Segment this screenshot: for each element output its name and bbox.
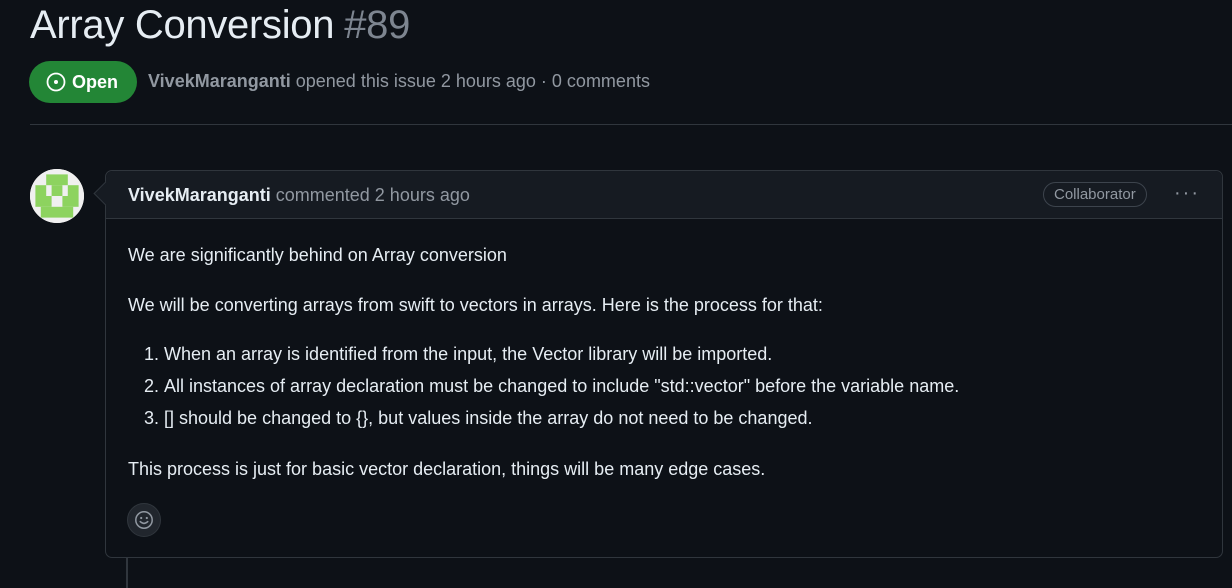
header-divider (30, 124, 1232, 125)
issue-number: #89 (344, 3, 411, 47)
add-reaction-button[interactable] (127, 503, 161, 537)
issue-title: Array Conversion #89 (30, 2, 410, 48)
comment-paragraph: This process is just for basic vector de… (128, 459, 766, 479)
list-item: All instances of array declaration must … (164, 374, 959, 406)
collaborator-badge: Collaborator (1043, 182, 1147, 207)
avatar[interactable] (30, 169, 84, 223)
issue-meta: VivekMaranganti opened this issue 2 hour… (148, 71, 650, 92)
comment-box: VivekMaranganti commented 2 hours ago Co… (93, 170, 1223, 558)
comment-options-button[interactable]: ··· (1172, 179, 1202, 207)
process-steps-list: When an array is identified from the inp… (128, 342, 959, 438)
comment-paragraph: We are significantly behind on Array con… (128, 245, 507, 265)
smiley-icon (135, 511, 153, 529)
issue-state-badge: Open (29, 61, 137, 103)
kebab-horizontal-icon: ··· (1174, 181, 1200, 204)
issue-state-label: Open (72, 71, 119, 92)
identicon-avatar (30, 169, 84, 223)
comment-timestamp[interactable]: commented 2 hours ago (276, 185, 470, 205)
list-item: When an array is identified from the inp… (164, 342, 959, 374)
comment-meta: VivekMaranganti commented 2 hours ago (128, 185, 470, 206)
issue-title-text: Array Conversion (30, 3, 335, 47)
issue-opened-text: opened this issue 2 hours ago · 0 commen… (295, 71, 650, 91)
comment-author-link[interactable]: VivekMaranganti (128, 185, 271, 205)
list-item: [] should be changed to {}, but values i… (164, 406, 959, 438)
comment-header: VivekMaranganti commented 2 hours ago Co… (106, 171, 1222, 219)
comment-paragraph: We will be converting arrays from swift … (128, 295, 823, 315)
issue-author-link[interactable]: VivekMaranganti (148, 71, 291, 91)
issue-opened-icon (46, 72, 66, 92)
